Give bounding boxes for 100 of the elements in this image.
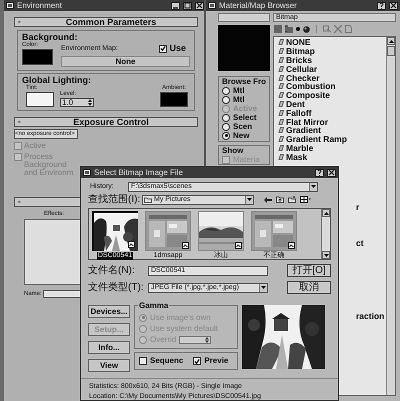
radio-label: Mtl (233, 86, 245, 94)
close-icon (328, 169, 335, 176)
up-arrow-icon (388, 40, 394, 42)
list-item[interactable]: Gradient (278, 126, 386, 135)
maximize-button[interactable] (183, 2, 192, 10)
close-button[interactable] (195, 2, 204, 10)
up-arrow-icon (324, 212, 328, 214)
map-button[interactable]: None (61, 56, 190, 67)
dialog-button[interactable]: Info... (88, 341, 130, 354)
list-item[interactable]: r (356, 203, 360, 211)
list-item[interactable]: Composite (278, 90, 386, 100)
checkbox[interactable] (193, 357, 202, 365)
list-item[interactable]: Mask (278, 152, 386, 162)
checkbox[interactable] (159, 44, 168, 52)
group-label: Gamma (138, 301, 170, 310)
material-preview (218, 25, 270, 71)
dialog-button[interactable]: View (88, 359, 130, 372)
list-item[interactable]: Bitmap (278, 46, 386, 56)
rollout-title: Common Parameters (64, 18, 158, 26)
image-file-icon (128, 241, 135, 248)
window-icon (208, 2, 216, 9)
radio-label: Scen (233, 122, 252, 130)
collapse-toggle[interactable]: - (18, 18, 28, 26)
down-arrow-icon (324, 254, 328, 256)
dropdown-arrow-icon (311, 185, 316, 188)
dialog-button[interactable]: Devices... (88, 305, 130, 318)
rollout-header[interactable]: - Exposure Control (14, 117, 198, 127)
list-item[interactable]: Checker (278, 73, 386, 82)
scrollbar[interactable] (386, 37, 395, 395)
help-button[interactable] (377, 2, 386, 10)
list-item[interactable]: Combustion (278, 82, 386, 91)
scroll-thumb[interactable] (387, 46, 395, 56)
radio-button[interactable] (222, 86, 230, 94)
radio-label: Mtl (233, 96, 245, 104)
radio-button[interactable] (222, 132, 230, 140)
color-swatch[interactable] (22, 49, 53, 65)
list-item[interactable]: Flat Mirror (278, 117, 386, 126)
search-field[interactable] (218, 13, 270, 22)
list-item[interactable]: Bricks (278, 56, 386, 64)
list-item[interactable]: Marble (278, 144, 386, 152)
rollout-header[interactable]: - Common Parameters (14, 17, 198, 27)
field-label: 查找范围(I): (88, 194, 140, 204)
scroll-up-button[interactable] (387, 37, 395, 45)
dropdown-arrow-icon (261, 286, 266, 289)
window-title: Select Bitmap Image File (94, 168, 184, 178)
window-title: Environment (17, 0, 63, 10)
list-item[interactable]: ct (356, 239, 364, 247)
thumbnail[interactable] (145, 211, 191, 251)
close-button[interactable] (327, 168, 336, 176)
scroll-up-button[interactable] (322, 209, 330, 217)
minimize-button[interactable] (171, 2, 180, 10)
tree-view-icon (285, 25, 293, 33)
checkbox-label: Previe (204, 357, 228, 365)
new-folder-icon (288, 196, 296, 203)
color-swatch[interactable] (160, 92, 188, 107)
list-item[interactable]: Gradient Ramp (278, 134, 386, 144)
close-button[interactable] (389, 2, 398, 10)
level-spinner[interactable]: 1.0 (60, 98, 94, 107)
thumbnail[interactable] (198, 211, 244, 251)
maximize-icon (184, 2, 191, 9)
checkbox-label: Use (169, 44, 186, 53)
scroll-down-button[interactable] (322, 251, 330, 259)
collapse-toggle[interactable]: - (18, 118, 28, 126)
list-item[interactable]: Falloff (278, 108, 386, 118)
rollout-title: Exposure Control (72, 118, 150, 126)
dropdown-arrow-icon (247, 198, 252, 201)
help-icon (378, 2, 385, 9)
field-label: 文件名(N): (88, 266, 136, 276)
radio-button[interactable] (222, 114, 230, 122)
image-file-icon (288, 242, 295, 249)
open-button[interactable]: 打开[O] (287, 264, 331, 277)
delete-icon (334, 25, 342, 33)
help-button[interactable] (315, 168, 324, 176)
thumbnail[interactable] (251, 211, 297, 251)
folder-icon (144, 196, 152, 202)
color-swatch[interactable] (26, 92, 54, 107)
document-icon (345, 25, 352, 33)
group-label: Global Lighting: (22, 75, 92, 85)
group-label: Show (222, 146, 244, 155)
image-file-icon (182, 242, 189, 249)
gamma-spinner[interactable] (179, 336, 212, 344)
cancel-button[interactable]: 取消 (287, 281, 331, 294)
list-item[interactable]: NONE (278, 38, 386, 47)
scrollbar[interactable] (321, 209, 330, 259)
list-item[interactable]: Cellular (278, 64, 386, 74)
close-icon (390, 2, 397, 9)
radio-button[interactable] (222, 122, 230, 130)
close-icon (196, 2, 203, 9)
list-item[interactable]: Dent (278, 100, 386, 108)
view-menu-icon (300, 196, 311, 203)
list-view-icon (274, 25, 282, 33)
checkbox[interactable] (139, 357, 147, 365)
sphere-icon (303, 26, 310, 32)
back-icon (264, 196, 272, 202)
field-label: 文件类型(T): (88, 282, 145, 292)
window-icon (6, 2, 14, 9)
collapse-toggle[interactable]: - (18, 198, 28, 206)
list-item[interactable]: raction (356, 312, 384, 320)
radio-button[interactable] (222, 96, 230, 104)
thumbnail[interactable] (92, 211, 138, 251)
